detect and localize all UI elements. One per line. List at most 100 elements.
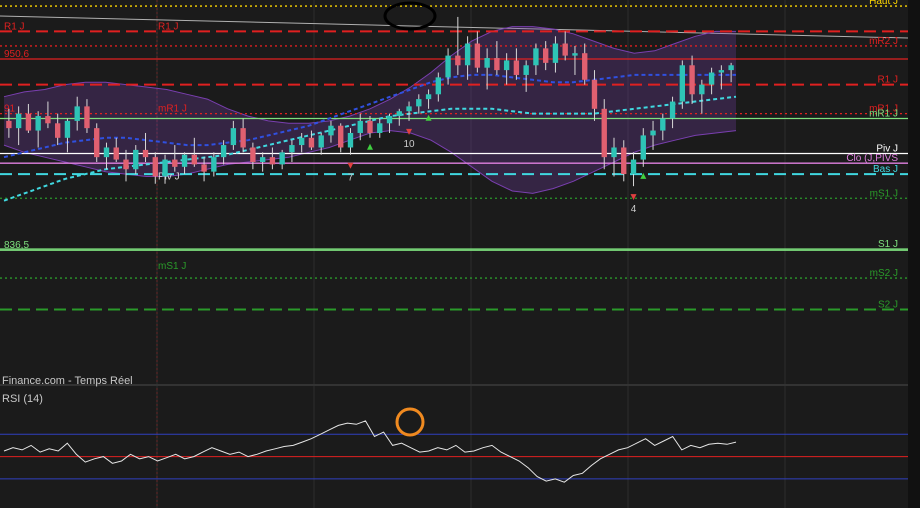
candle-body <box>708 72 715 85</box>
candle-body <box>230 128 237 146</box>
candle-body <box>250 147 256 162</box>
candle-body <box>298 137 305 146</box>
candle-body <box>279 152 285 165</box>
arrow-label: 10 <box>403 139 415 150</box>
candle-body <box>582 53 588 80</box>
left-level-label: mS1 J <box>158 261 186 272</box>
level-label: mR2 J <box>869 36 898 47</box>
candle-body <box>494 58 500 71</box>
candle-body <box>669 101 676 119</box>
candle-body <box>523 65 529 75</box>
candle-body <box>689 65 695 95</box>
left-level-label: R1 J <box>158 21 179 32</box>
candle-body <box>74 106 80 121</box>
candle-body <box>172 159 178 167</box>
level-label: Bas J <box>873 164 898 175</box>
candle-body <box>640 135 646 160</box>
candle-body <box>416 99 422 107</box>
candle-body <box>162 159 168 177</box>
candle-body <box>455 55 461 66</box>
arrow-label: 4 <box>631 204 637 215</box>
candle-body <box>103 147 110 158</box>
candle-body <box>15 113 22 129</box>
level-label: mS1 J <box>870 188 898 199</box>
candle-body <box>728 65 734 71</box>
candle-body <box>201 164 207 172</box>
candle-body <box>464 43 471 66</box>
candle-body <box>259 157 266 162</box>
candle-body <box>211 157 217 172</box>
right-axis <box>908 0 920 508</box>
candle-body <box>572 53 578 56</box>
level-label: S2 J <box>878 299 898 310</box>
candle-body <box>542 48 549 63</box>
candle-body <box>269 157 276 165</box>
candle-body <box>64 120 71 138</box>
rsi-label: RSI (14) <box>2 393 43 405</box>
candle-body <box>552 43 559 63</box>
candle-body <box>621 147 627 175</box>
candle-body <box>191 154 198 165</box>
candle-body <box>84 106 90 129</box>
candle-body <box>513 60 520 75</box>
candle-body <box>328 125 334 136</box>
candle-body <box>181 154 188 167</box>
candle-body <box>406 106 412 112</box>
candle-body <box>142 149 149 158</box>
candle-body <box>484 58 490 68</box>
candle-body <box>503 60 510 71</box>
candle-body <box>25 113 32 131</box>
candle-body <box>591 79 598 109</box>
candle-body <box>220 145 227 158</box>
candle-body <box>152 157 158 177</box>
candle-body <box>601 108 607 158</box>
candle-body <box>289 145 295 153</box>
level-label: Haut J <box>869 0 898 7</box>
candle-body <box>445 55 451 78</box>
candle-body <box>425 94 432 100</box>
candle-body <box>718 70 725 73</box>
level-label: R1 J <box>4 21 25 32</box>
candle-body <box>35 116 41 131</box>
candle-body <box>94 128 100 158</box>
candle-body <box>308 137 315 148</box>
level-label: mR1 J <box>869 108 898 119</box>
level-label: 950,6 <box>4 49 29 60</box>
candle-body <box>396 111 402 117</box>
candle-body <box>113 147 119 160</box>
level-label: S1 J <box>878 239 898 250</box>
candle-body <box>347 132 354 148</box>
arrow-label: 7 <box>348 173 354 184</box>
watermark: Finance.com - Temps Réel <box>2 375 133 387</box>
pane-separator <box>0 384 920 386</box>
candle-body <box>533 48 539 66</box>
candle-body <box>6 120 12 129</box>
candle-body <box>240 128 246 148</box>
left-level-label: 91 <box>4 104 16 115</box>
candle-body <box>435 77 442 95</box>
candle-body <box>611 147 617 158</box>
candle-body <box>45 116 51 124</box>
left-level-label: mR1 J <box>158 104 187 115</box>
candle-body <box>367 120 373 133</box>
candle-body <box>699 84 705 95</box>
candle-body <box>562 43 568 56</box>
candle-body <box>54 123 61 138</box>
price-chart: Haut J R1 J mR2 J 950,6 R1 J mR1 J mR1 J Piv J C… <box>0 0 920 508</box>
level-label: mS2 J <box>870 268 898 279</box>
candle-body <box>386 116 393 124</box>
candle-body <box>660 118 666 131</box>
candle-body <box>357 120 363 133</box>
candle-body <box>679 65 686 102</box>
candle-body <box>338 125 344 148</box>
candle-body <box>123 159 129 170</box>
candle-body <box>377 123 383 133</box>
left-level-label: Piv J <box>158 171 180 182</box>
candle-body <box>650 130 656 136</box>
candle-body <box>133 149 139 170</box>
level-label: Clo (J,PIVS <box>846 153 898 164</box>
candle-body <box>630 159 637 175</box>
level-label: R1 J <box>877 75 898 86</box>
candle-body <box>318 135 324 148</box>
candle-body <box>474 43 481 68</box>
